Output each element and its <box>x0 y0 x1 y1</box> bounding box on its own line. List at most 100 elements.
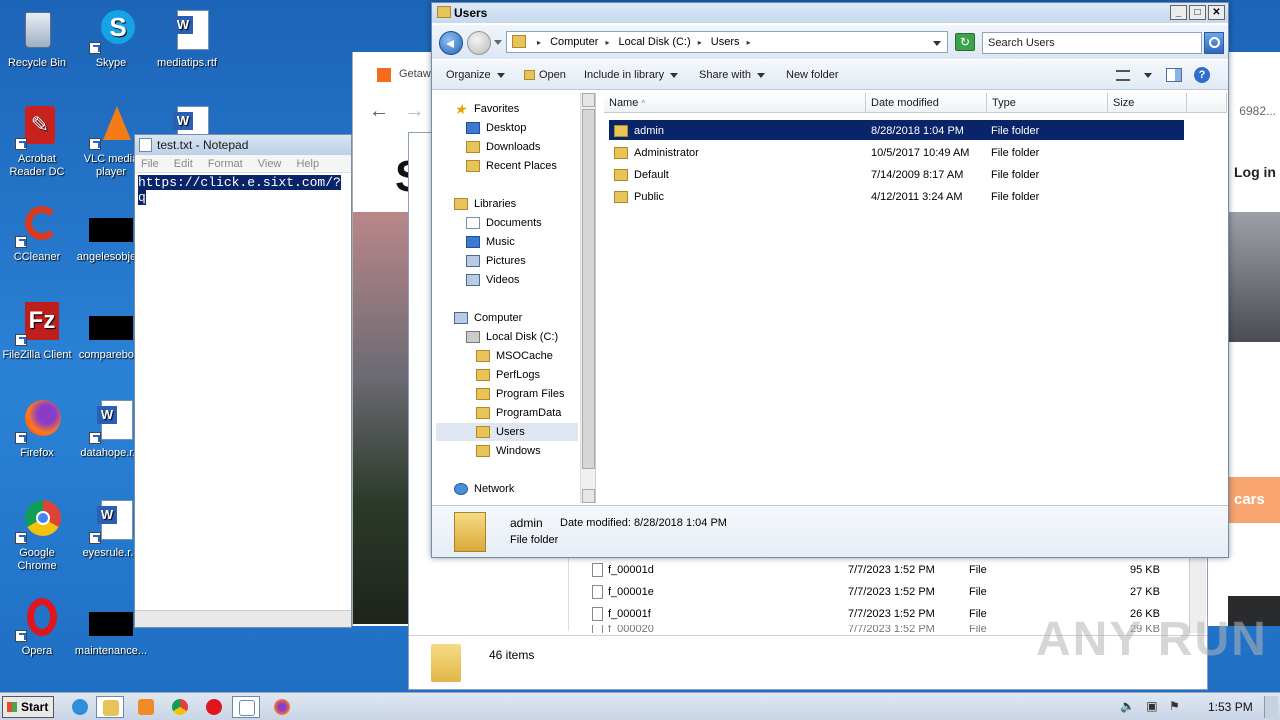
menu-view[interactable]: View <box>258 158 282 170</box>
nav-item-programdata[interactable]: ProgramData <box>476 404 561 422</box>
cars-button[interactable]: cars <box>1228 477 1280 523</box>
minimize-button[interactable]: _ <box>1170 5 1187 20</box>
include-in-library-button[interactable]: Include in library <box>584 69 679 81</box>
chevron-right-icon[interactable]: ▸ <box>537 38 541 47</box>
desktop-icon-recycle-bin[interactable]: Recycle Bin <box>0 8 74 70</box>
chevron-right-icon[interactable]: ▸ <box>747 38 751 47</box>
folder-name: Public <box>634 191 664 203</box>
notepad-text-area[interactable]: https://click.e.sixt.com/?q <box>135 173 351 207</box>
nav-item-favorites[interactable]: ★ Favorites <box>454 100 519 118</box>
network-tray-icon[interactable]: ▣ <box>1146 699 1157 713</box>
organize-button[interactable]: Organize <box>446 69 505 81</box>
nav-item-program-files[interactable]: Program Files <box>476 385 564 403</box>
nav-item-users[interactable]: Users <box>476 423 525 441</box>
maximize-button[interactable]: □ <box>1189 5 1206 20</box>
forward-button[interactable] <box>467 31 491 55</box>
address-box[interactable]: ▸ Computer ▸ Local Disk (C:) ▸ Users ▸ <box>506 31 948 53</box>
desktop-icon-opera[interactable]: Opera <box>0 596 74 658</box>
nav-item-libraries[interactable]: Libraries <box>454 195 516 213</box>
horizontal-scrollbar[interactable] <box>135 610 351 627</box>
scroll-up-arrow-icon[interactable] <box>582 93 595 107</box>
desktop-icon-skype[interactable]: S Skype <box>74 8 148 70</box>
explorer-window[interactable]: Users _ □ ✕ ▸ Computer ▸ Local Disk (C:)… <box>431 2 1229 558</box>
nav-item-music[interactable]: Music <box>466 233 515 251</box>
search-icon[interactable] <box>1204 32 1224 54</box>
taskbar-firefox[interactable] <box>268 696 296 718</box>
desktop-icon-chrome[interactable]: Google Chrome <box>0 498 74 573</box>
open-button[interactable]: Open <box>524 69 566 81</box>
explorer-titlebar[interactable]: Users _ □ ✕ <box>432 3 1228 23</box>
preview-pane-icon[interactable] <box>1166 68 1182 82</box>
back-arrow-icon[interactable]: ← <box>369 100 389 122</box>
refresh-button[interactable]: ↻ <box>955 33 975 51</box>
nav-item-network[interactable]: Network <box>454 480 514 498</box>
nav-item-msocache[interactable]: MSOCache <box>476 347 553 365</box>
address-dropdown-icon[interactable] <box>933 41 941 46</box>
nav-item-computer[interactable]: Computer <box>454 309 522 327</box>
back-button[interactable] <box>439 31 463 55</box>
table-row[interactable]: Public 4/12/2011 3:24 AM File folder <box>614 187 1184 207</box>
column-header-size[interactable]: Size <box>1108 93 1187 113</box>
close-button[interactable]: ✕ <box>1208 5 1225 20</box>
menu-edit[interactable]: Edit <box>174 158 193 170</box>
change-view-icon[interactable] <box>1116 70 1130 81</box>
nav-item-local-disk[interactable]: Local Disk (C:) <box>466 328 558 346</box>
share-with-button[interactable]: Share with <box>699 69 765 81</box>
breadcrumb-local-disk[interactable]: Local Disk (C:) <box>619 36 691 48</box>
nav-item-downloads[interactable]: Downloads <box>466 138 540 156</box>
nav-item-desktop[interactable]: Desktop <box>466 119 526 137</box>
clock[interactable]: 1:53 PM <box>1208 700 1253 714</box>
taskbar-chrome[interactable] <box>166 696 194 718</box>
taskbar-explorer[interactable] <box>96 696 124 718</box>
column-header-name[interactable]: Name ^ <box>604 93 866 113</box>
taskbar-notepad[interactable] <box>232 696 260 718</box>
taskbar-media-player[interactable] <box>132 696 160 718</box>
column-header-type[interactable]: Type <box>987 93 1108 113</box>
table-row[interactable]: f_00001e 7/7/2023 1:52 PM File 27 KB <box>584 581 1204 603</box>
table-row[interactable]: Default 7/14/2009 8:17 AM File folder <box>614 165 1184 185</box>
nav-item-perflogs[interactable]: PerfLogs <box>476 366 540 384</box>
notepad-window[interactable]: test.txt - Notepad File Edit Format View… <box>134 134 352 628</box>
nav-item-windows[interactable]: Windows <box>476 442 541 460</box>
nav-item-videos[interactable]: Videos <box>466 271 519 289</box>
start-button[interactable]: Start <box>2 696 54 718</box>
table-row[interactable]: Administrator 10/5/2017 10:49 AM File fo… <box>614 143 1184 163</box>
show-desktop-button[interactable] <box>1264 696 1278 718</box>
table-row[interactable]: f_00001d 7/7/2023 1:52 PM File 95 KB <box>584 559 1204 581</box>
desktop-icon-label: Opera <box>21 645 53 657</box>
menu-help[interactable]: Help <box>296 158 319 170</box>
action-center-flag-icon[interactable]: ⚑ <box>1169 699 1180 713</box>
breadcrumb-users[interactable]: Users <box>711 36 740 48</box>
breadcrumb-computer[interactable]: Computer <box>550 36 598 48</box>
new-folder-button[interactable]: New folder <box>786 69 839 81</box>
scroll-thumb[interactable] <box>582 109 595 469</box>
menu-format[interactable]: Format <box>208 158 243 170</box>
desktop-icon-filezilla[interactable]: Fz FileZilla Client <box>0 300 74 362</box>
nav-item-documents[interactable]: Documents <box>466 214 542 232</box>
browser-tab[interactable]: Getaw <box>369 62 439 90</box>
search-input[interactable]: Search Users <box>982 32 1202 54</box>
chevron-right-icon[interactable]: ▸ <box>605 38 609 47</box>
desktop-icon-ccleaner[interactable]: CCleaner <box>0 202 74 264</box>
taskbar-ie[interactable] <box>66 696 94 718</box>
nav-item-recent-places[interactable]: Recent Places <box>466 157 557 175</box>
desktop-icon-acrobat[interactable]: ✎ Acrobat Reader DC <box>0 104 74 179</box>
column-header-date-modified[interactable]: Date modified <box>866 93 987 113</box>
scroll-down-arrow-icon[interactable] <box>582 489 595 503</box>
forward-arrow-icon[interactable]: → <box>405 100 425 122</box>
chevron-right-icon[interactable]: ▸ <box>698 38 702 47</box>
menu-file[interactable]: File <box>141 158 159 170</box>
notepad-titlebar[interactable]: test.txt - Notepad <box>135 135 351 155</box>
login-link[interactable]: Log in <box>1234 164 1276 180</box>
view-dropdown-icon[interactable] <box>1144 73 1152 78</box>
nav-scrollbar[interactable] <box>580 93 596 503</box>
details-modified: Date modified: 8/28/2018 1:04 PM <box>560 517 727 529</box>
desktop-icon-mediatips[interactable]: W mediatips.rtf <box>150 8 224 70</box>
nav-item-pictures[interactable]: Pictures <box>466 252 526 270</box>
desktop-icon-firefox[interactable]: Firefox <box>0 398 74 460</box>
recent-pages-dropdown[interactable] <box>494 40 502 45</box>
volume-icon[interactable]: 🔈 <box>1120 699 1135 713</box>
table-row[interactable]: admin 8/28/2018 1:04 PM File folder <box>614 121 1184 141</box>
taskbar-opera[interactable] <box>200 696 228 718</box>
help-icon[interactable]: ? <box>1194 67 1210 83</box>
